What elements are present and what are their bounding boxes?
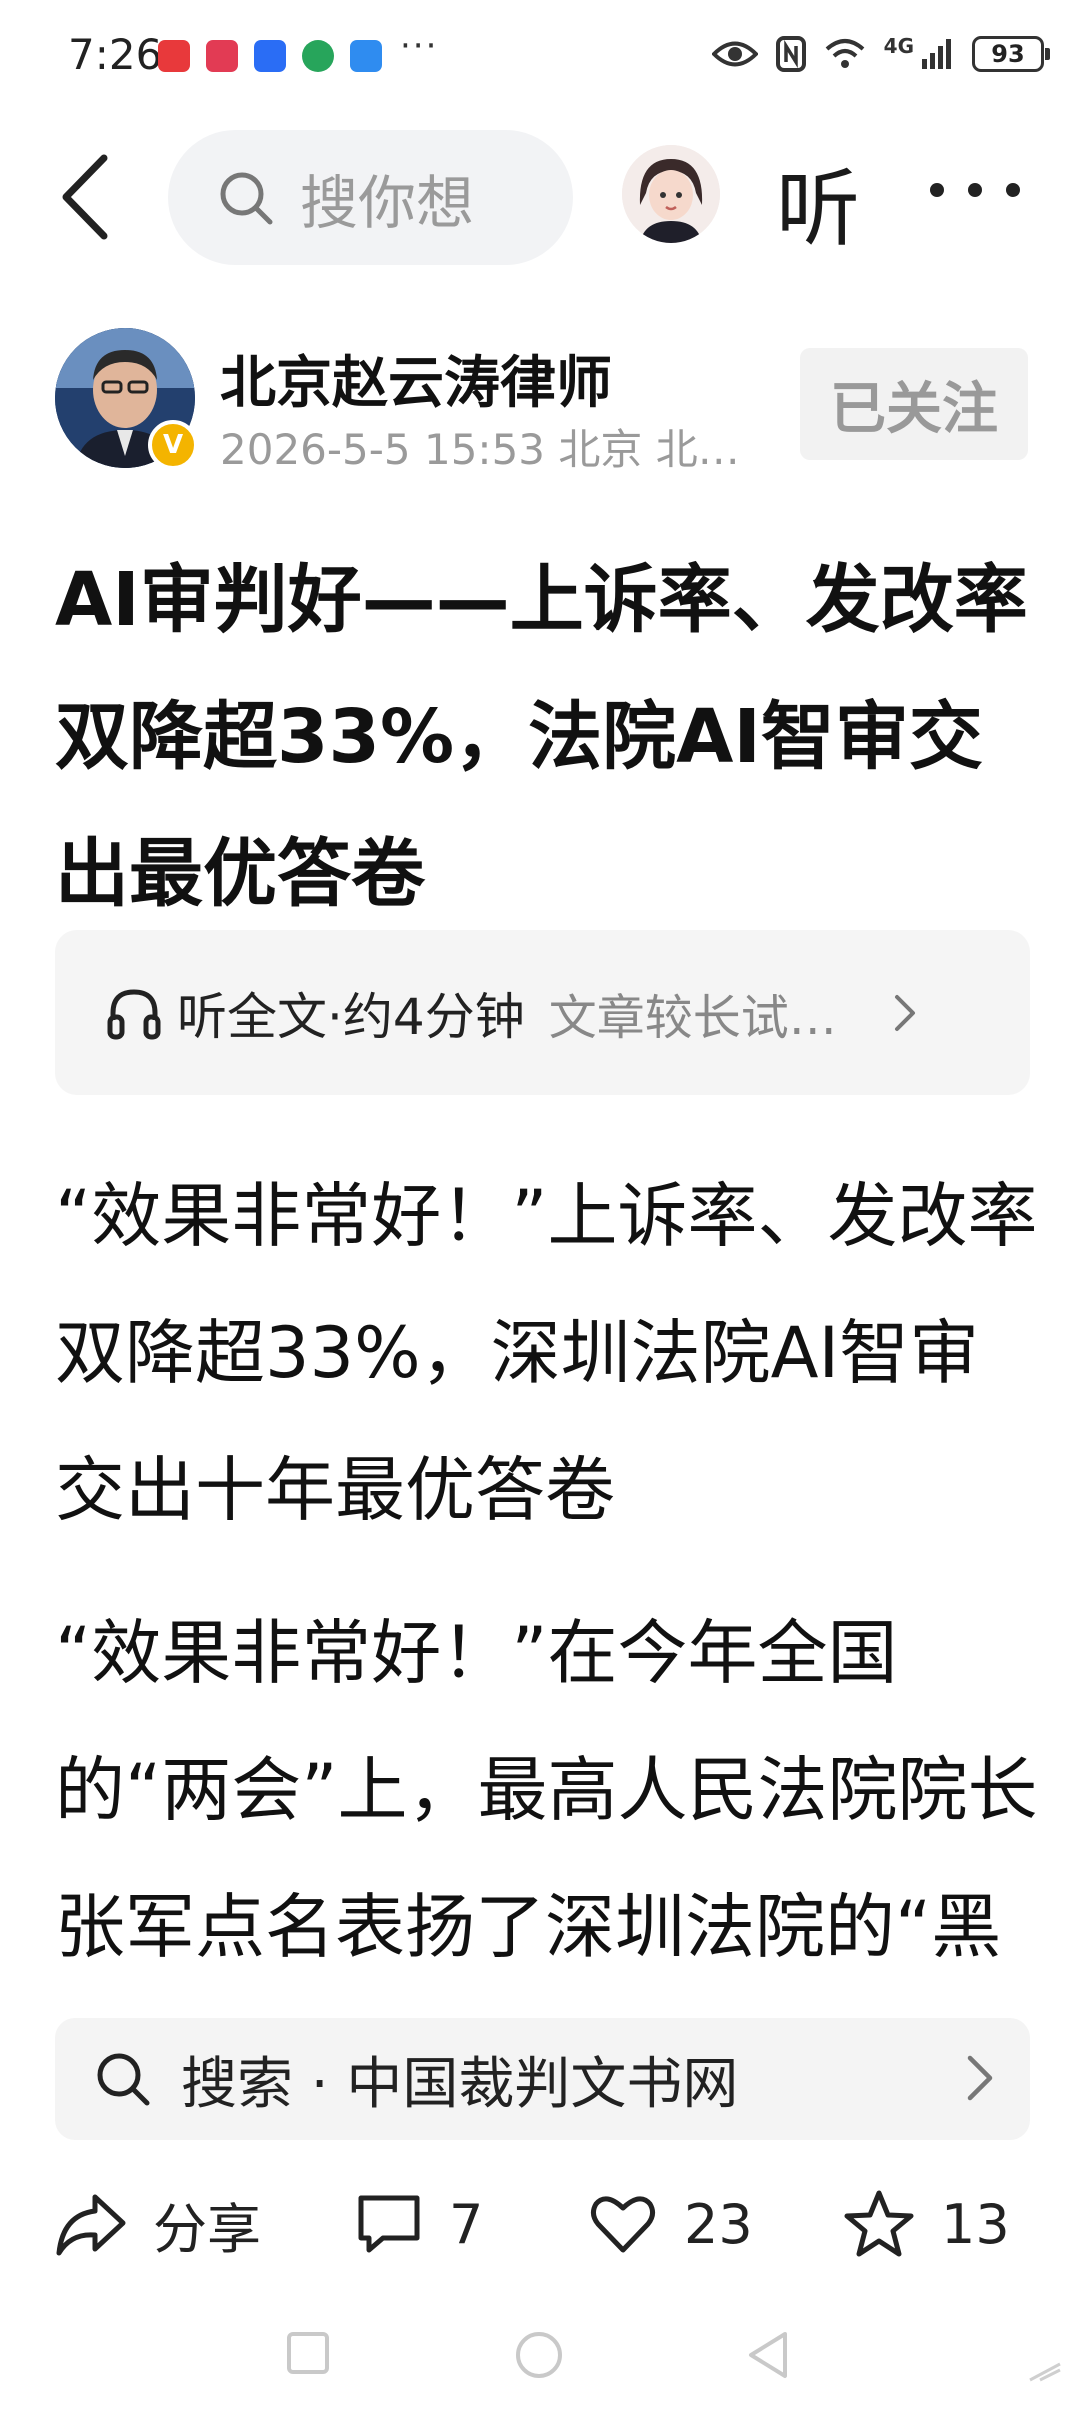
comment-icon bbox=[358, 2195, 420, 2253]
listen-duration: 听全文·约4分钟 bbox=[177, 987, 525, 1046]
network-label: 4G bbox=[883, 34, 914, 58]
favorite-button[interactable]: 13 bbox=[843, 2184, 1010, 2264]
assistant-avatar-icon bbox=[622, 145, 720, 243]
weather-notification-icon bbox=[350, 40, 382, 72]
suggestion-text: 搜索 · 中国裁判文书网 bbox=[181, 2051, 739, 2117]
search-bar[interactable]: 搜你想 bbox=[168, 130, 573, 265]
signal-icon bbox=[922, 39, 951, 69]
favorite-count: 13 bbox=[941, 2192, 1010, 2256]
article-title: AI审判好——上诉率、发改率双降超33%，法院AI智审交出最优答卷 bbox=[55, 557, 1028, 917]
wifi-icon bbox=[825, 39, 864, 68]
follow-button[interactable]: 已关注 bbox=[800, 348, 1028, 460]
like-button[interactable]: 23 bbox=[588, 2184, 753, 2264]
nfc-icon bbox=[775, 36, 806, 72]
triangle-nav-icon[interactable] bbox=[745, 2330, 791, 2380]
listen-hint: 文章较长试试听全文 bbox=[548, 989, 879, 1046]
more-icon bbox=[930, 183, 944, 197]
more-icon-dot bbox=[1006, 183, 1020, 197]
corner-watermark-icon bbox=[1029, 2362, 1061, 2382]
system-navigation-bar bbox=[0, 2310, 1084, 2400]
more-icon-dot bbox=[968, 183, 982, 197]
chevron-right-icon bbox=[967, 2055, 993, 2101]
status-bar: 7:26 ··· 4G 93 bbox=[0, 0, 1084, 110]
headphones-icon bbox=[107, 988, 161, 1039]
comment-button[interactable]: 7 bbox=[355, 2184, 483, 2264]
verified-badge: V bbox=[148, 420, 198, 470]
status-time: 7:26 bbox=[68, 30, 163, 79]
comment-count: 7 bbox=[449, 2192, 484, 2256]
search-placeholder: 搜你想 bbox=[300, 168, 475, 237]
listen-full-article-card[interactable]: 听全文·约4分钟 文章较长试试听全文 bbox=[55, 930, 1030, 1095]
listen-button[interactable]: 听 bbox=[776, 142, 860, 263]
voice-assistant-avatar[interactable] bbox=[622, 145, 720, 243]
battery-indicator: 93 bbox=[972, 36, 1050, 72]
article-action-bar: 分享 7 23 13 bbox=[0, 2166, 1084, 2276]
related-search-suggestion[interactable]: 搜索 · 中国裁判文书网 bbox=[55, 2018, 1030, 2140]
mobile-notification-icon bbox=[302, 40, 334, 72]
status-indicators: 4G 93 bbox=[711, 32, 1050, 76]
chevron-right-icon bbox=[894, 994, 915, 1031]
like-count: 23 bbox=[684, 2192, 753, 2256]
author-meta: 2026-5-5 15:53 北京 北京赵云涛律师 bbox=[220, 425, 780, 474]
square-nav-icon[interactable] bbox=[285, 2330, 331, 2376]
share-icon bbox=[56, 2194, 126, 2256]
heart-icon bbox=[590, 2196, 656, 2253]
search-icon bbox=[220, 172, 273, 224]
top-navigation: 搜你想 听 bbox=[0, 120, 1084, 270]
toutiao-notification-icon bbox=[158, 40, 190, 72]
search-icon bbox=[97, 2053, 150, 2106]
circle-nav-icon[interactable] bbox=[514, 2330, 564, 2380]
share-label: 分享 bbox=[153, 2197, 261, 2261]
bulb-notification-icon bbox=[254, 40, 286, 72]
article-body: “效果非常好！”上诉率、发改率双降超33%，深圳法院AI智审交出十年最优答卷 “… bbox=[55, 1148, 1040, 2018]
author-name[interactable]: 北京赵云涛律师 bbox=[220, 338, 612, 419]
article-paragraph: “效果非常好！”上诉率、发改率双降超33%，深圳法院AI智审交出十年最优答卷 bbox=[55, 1175, 1038, 1531]
back-button[interactable] bbox=[52, 150, 128, 244]
more-notifications-icon: ··· bbox=[400, 26, 439, 66]
more-button[interactable] bbox=[930, 160, 1020, 220]
back-icon bbox=[62, 154, 108, 240]
share-button[interactable]: 分享 bbox=[55, 2184, 261, 2264]
star-icon bbox=[844, 2190, 914, 2257]
eye-icon bbox=[711, 41, 758, 67]
article-paragraph: “效果非常好！”在今年全国的“两会”上，最高人民法院院长张军点名表扬了深圳法院的… bbox=[55, 1612, 1038, 1968]
app-notification-icon bbox=[206, 40, 238, 72]
